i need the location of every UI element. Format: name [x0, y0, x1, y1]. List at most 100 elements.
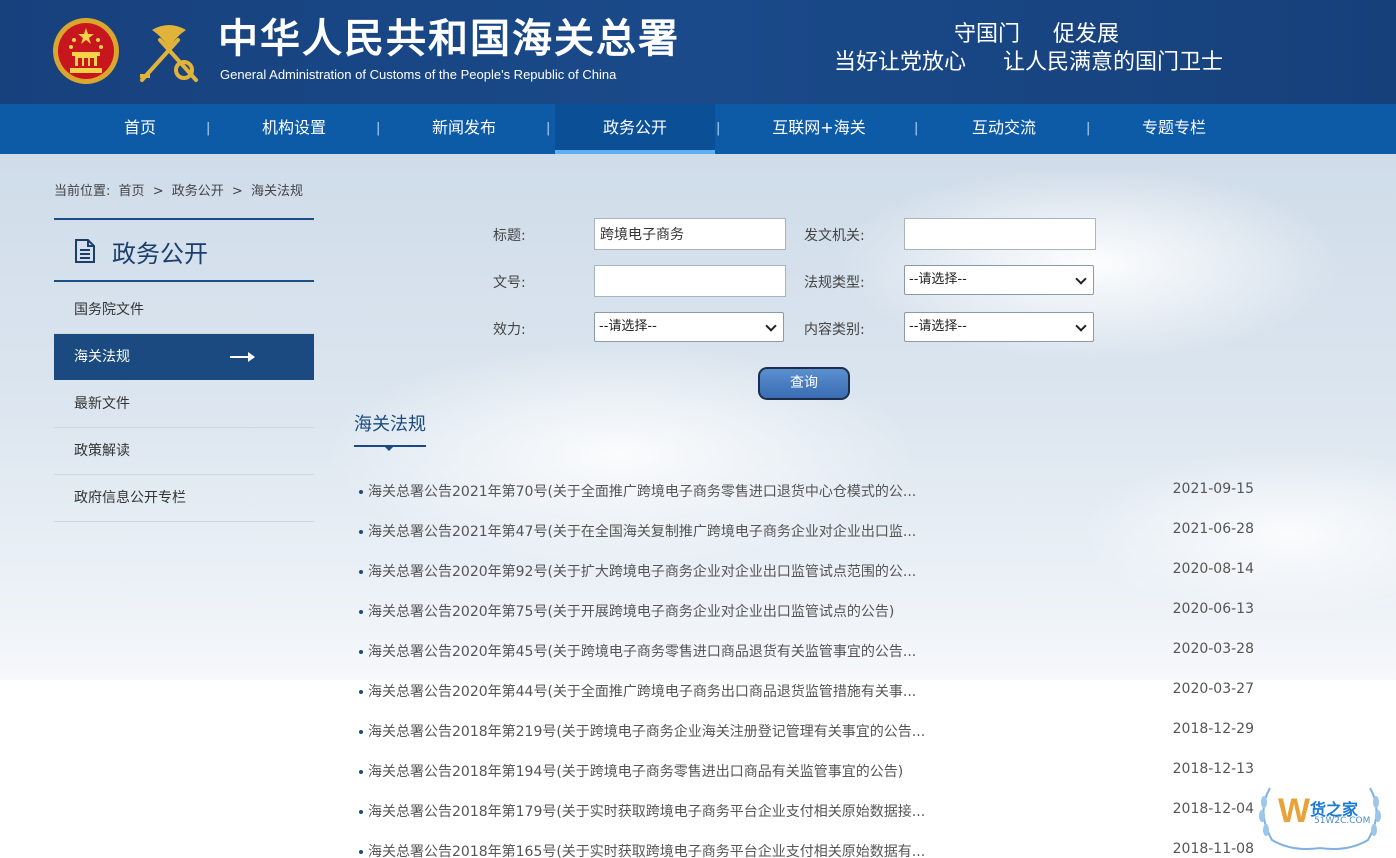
law-type-label: 法规类型:	[804, 275, 865, 291]
list-item-date: 2020-06-13	[1172, 601, 1254, 617]
list-item: 海关总署公告2020年第92号(关于扩大跨境电子商务企业对企业出口监管试点范围的…	[358, 561, 1254, 583]
list-item-date: 2021-09-15	[1172, 481, 1254, 497]
docno-label: 文号:	[493, 275, 526, 291]
list-item-date: 2021-06-28	[1172, 521, 1254, 537]
section-title: 海关法规	[354, 414, 426, 435]
list-item-date: 2018-11-08	[1172, 841, 1254, 857]
law-type-select[interactable]: --请选择--	[904, 265, 1094, 295]
list-item-title[interactable]: 海关总署公告2020年第75号(关于开展跨境电子商务企业对企业出口监管试点的公告…	[368, 601, 894, 621]
breadcrumb-separator: >	[231, 184, 243, 199]
list-item: 海关总署公告2018年第219号(关于跨境电子商务企业海关注册登记管理有关事宜的…	[358, 721, 1254, 743]
list-item-title[interactable]: 海关总署公告2021年第70号(关于全面推广跨境电子商务零售进口退货中心仓模式的…	[368, 481, 916, 501]
list-item-date: 2020-03-27	[1172, 681, 1254, 697]
nav-item-internet-customs[interactable]: 互联网+海关	[739, 104, 899, 154]
list-item-title[interactable]: 海关总署公告2021年第47号(关于在全国海关复制推广跨境电子商务企业对企业出口…	[368, 521, 916, 541]
chevron-down-icon	[1075, 273, 1087, 285]
list-item-title[interactable]: 海关总署公告2018年第194号(关于跨境电子商务零售进出口商品有关监管事宜的公…	[368, 761, 903, 781]
list-item: 海关总署公告2018年第165号(关于实时获取跨境电子商务平台企业支付相关原始数…	[358, 841, 1254, 858]
sidebar-item-info-disclosure[interactable]: 政府信息公开专栏	[54, 475, 314, 522]
bullet-icon	[359, 690, 363, 694]
breadcrumb-prefix: 当前位置:	[54, 184, 111, 199]
breadcrumb: 当前位置: 首页 > 政务公开 > 海关法规	[54, 180, 307, 199]
bullet-icon	[359, 650, 363, 654]
breadcrumb-current: 海关法规	[250, 184, 303, 199]
list-item-title[interactable]: 海关总署公告2018年第219号(关于跨境电子商务企业海关注册登记管理有关事宜的…	[368, 721, 925, 741]
list-item-date: 2020-03-28	[1172, 641, 1254, 657]
list-item: 海关总署公告2020年第75号(关于开展跨境电子商务企业对企业出口监管试点的公告…	[358, 601, 1254, 623]
nav-item-organization[interactable]: 机构设置	[214, 104, 374, 154]
list-item-title[interactable]: 海关总署公告2020年第44号(关于全面推广跨境电子商务出口商品退货监管措施有关…	[368, 681, 916, 701]
list-item-date: 2020-08-14	[1172, 561, 1254, 577]
breadcrumb-separator: >	[152, 184, 164, 199]
watermark-letter: W	[1278, 792, 1311, 830]
issuer-label: 发文机关:	[804, 228, 865, 244]
nav-separator: |	[1086, 121, 1091, 136]
list-item-title[interactable]: 海关总署公告2018年第179号(关于实时获取跨境电子商务平台企业支付相关原始数…	[368, 801, 925, 821]
site-header: 中华人民共和国海关总署 General Administration of Cu…	[0, 0, 1396, 104]
list-item: 海关总署公告2018年第194号(关于跨境电子商务零售进出口商品有关监管事宜的公…	[358, 761, 1254, 783]
validity-selected: --请选择--	[599, 319, 657, 334]
nav-separator: |	[914, 121, 919, 136]
bullet-icon	[359, 810, 363, 814]
content-type-select[interactable]: --请选择--	[904, 312, 1094, 342]
list-item-title[interactable]: 海关总署公告2018年第165号(关于实时获取跨境电子商务平台企业支付相关原始数…	[368, 841, 925, 858]
breadcrumb-home[interactable]: 首页	[119, 184, 145, 199]
list-item-date: 2018-12-04	[1172, 801, 1254, 817]
validity-select[interactable]: --请选择--	[594, 312, 784, 342]
bullet-icon	[359, 770, 363, 774]
list-item-title[interactable]: 海关总署公告2020年第45号(关于跨境电子商务零售进口商品退货有关监管事宜的公…	[368, 641, 916, 661]
sidebar-item-label: 政府信息公开专栏	[74, 490, 186, 506]
issuer-input[interactable]	[904, 218, 1096, 250]
arrow-right-icon	[230, 352, 255, 362]
nav-item-government-affairs[interactable]: 政务公开	[555, 104, 715, 154]
title-input[interactable]	[594, 218, 786, 250]
sidebar-item-state-council-docs[interactable]: 国务院文件	[54, 287, 314, 334]
nav-separator: |	[206, 121, 211, 136]
content-type-label: 内容类别:	[804, 322, 865, 338]
law-type-selected: --请选择--	[909, 272, 967, 287]
bullet-icon	[359, 850, 363, 854]
watermark-url: 51W2C.COM	[1314, 816, 1371, 826]
nav-separator: |	[546, 121, 551, 136]
sidebar-header: 政务公开	[54, 218, 314, 282]
sidebar-item-label: 海关法规	[74, 349, 130, 365]
sidebar-item-customs-regulations[interactable]: 海关法规	[54, 334, 314, 380]
content-type-selected: --请选择--	[909, 319, 967, 334]
nav-separator: |	[376, 121, 381, 136]
slogan-line-2: 当好让党放心 让人民满意的国门卫士	[834, 50, 1223, 75]
list-item: 海关总署公告2018年第179号(关于实时获取跨境电子商务平台企业支付相关原始数…	[358, 801, 1254, 823]
list-item: 海关总署公告2021年第70号(关于全面推广跨境电子商务零售进口退货中心仓模式的…	[358, 481, 1254, 503]
list-item-title[interactable]: 海关总署公告2020年第92号(关于扩大跨境电子商务企业对企业出口监管试点范围的…	[368, 561, 916, 581]
chevron-down-icon	[1075, 320, 1087, 332]
bullet-icon	[359, 530, 363, 534]
site-title: 中华人民共和国海关总署	[218, 15, 680, 62]
nav-item-home[interactable]: 首页	[60, 104, 220, 154]
bullet-icon	[359, 490, 363, 494]
list-item: 海关总署公告2021年第47号(关于在全国海关复制推广跨境电子商务企业对企业出口…	[358, 521, 1254, 543]
bullet-icon	[359, 570, 363, 574]
title-label: 标题:	[493, 228, 526, 244]
nav-item-news[interactable]: 新闻发布	[384, 104, 544, 154]
nav-item-interaction[interactable]: 互动交流	[924, 104, 1084, 154]
chevron-down-icon	[765, 320, 777, 332]
query-button[interactable]: 查询	[758, 367, 850, 400]
validity-label: 效力:	[493, 322, 526, 338]
nav-separator: |	[716, 121, 721, 136]
national-emblem-icon	[53, 18, 119, 84]
site-subtitle: General Administration of Customs of the…	[220, 67, 617, 82]
sidebar-item-policy-interpretation[interactable]: 政策解读	[54, 428, 314, 475]
sidebar-item-label: 国务院文件	[74, 302, 144, 318]
list-item-date: 2018-12-13	[1172, 761, 1254, 777]
bullet-icon	[359, 730, 363, 734]
bullet-icon	[359, 610, 363, 614]
customs-key-logo-icon	[140, 25, 198, 82]
nav-item-special-topics[interactable]: 专题专栏	[1094, 104, 1254, 154]
sidebar-item-latest-docs[interactable]: 最新文件	[54, 381, 314, 428]
document-icon	[75, 239, 95, 263]
sidebar-item-label: 最新文件	[74, 396, 130, 412]
main-nav: 首页 | 机构设置 | 新闻发布 | 政务公开 | 互联网+海关 | 互动交流 …	[0, 104, 1396, 154]
list-item-date: 2018-12-29	[1172, 721, 1254, 737]
docno-input[interactable]	[594, 265, 786, 297]
breadcrumb-government-affairs[interactable]: 政务公开	[172, 184, 224, 199]
sidebar-title: 政务公开	[112, 240, 208, 268]
